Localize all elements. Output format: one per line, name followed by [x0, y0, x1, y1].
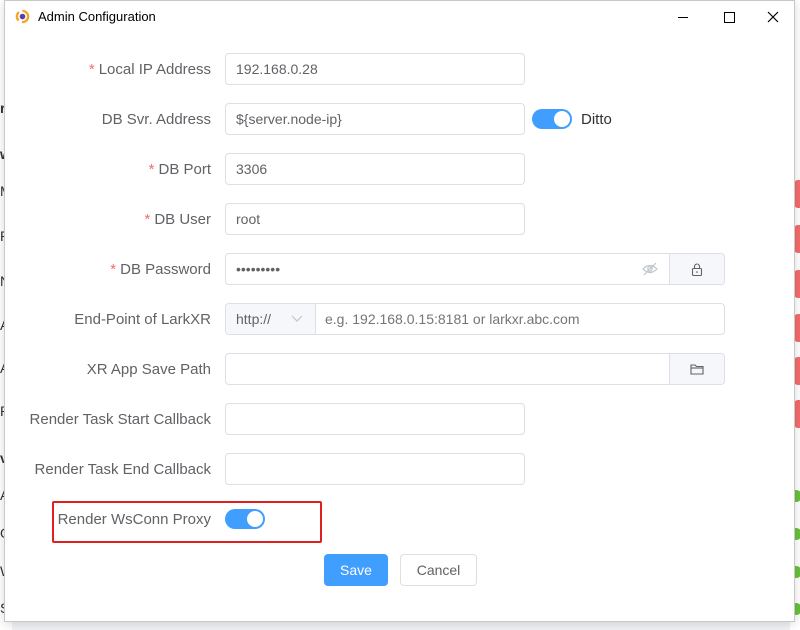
close-icon — [767, 11, 779, 23]
end-callback-input[interactable] — [225, 453, 525, 485]
endpoint-label: End-Point of LarkXR — [74, 311, 211, 328]
ditto-label: Ditto — [581, 111, 612, 128]
save-path-label: XR App Save Path — [86, 361, 211, 378]
wsconn-proxy-label: Render WsConn Proxy — [57, 511, 211, 528]
db-password-input[interactable]: ••••••••• — [236, 254, 280, 284]
label-text: Local IP Address — [98, 61, 211, 78]
protocol-value: http:// — [236, 311, 272, 327]
maximize-icon — [723, 11, 735, 23]
db-password-label: * DB Password — [110, 261, 211, 278]
browse-folder-button[interactable] — [669, 354, 724, 384]
minimize-icon — [678, 16, 688, 18]
local-ip-input[interactable] — [225, 53, 525, 85]
label-text: DB User — [154, 211, 211, 228]
endpoint-group: http:// — [225, 303, 725, 335]
close-button[interactable] — [750, 1, 796, 33]
ditto-toggle[interactable] — [532, 109, 572, 129]
required-mark: * — [110, 261, 117, 278]
toggle-knob — [554, 111, 570, 127]
db-user-input[interactable] — [225, 203, 525, 235]
end-callback-label: Render Task End Callback — [34, 461, 211, 478]
required-mark: * — [144, 211, 151, 228]
window-title: Admin Configuration — [38, 9, 156, 24]
toggle-knob — [247, 511, 263, 527]
save-button[interactable]: Save — [324, 554, 388, 586]
start-callback-label: Render Task Start Callback — [29, 411, 211, 428]
eye-hidden-icon[interactable] — [642, 262, 658, 276]
db-port-input[interactable] — [225, 153, 525, 185]
lock-button[interactable] — [669, 254, 724, 284]
local-ip-label: * Local IP Address — [89, 61, 211, 78]
label-text: DB Password — [120, 261, 211, 278]
db-password-group: ••••••••• — [225, 253, 725, 285]
db-server-address-label: DB Svr. Address — [101, 111, 211, 128]
admin-configuration-dialog: Admin Configuration *Local IP Address DB… — [4, 0, 795, 622]
app-logo-icon — [15, 9, 30, 24]
wsconn-proxy-toggle[interactable] — [225, 509, 265, 529]
folder-icon — [690, 364, 704, 375]
endpoint-input[interactable] — [316, 304, 725, 334]
db-port-label: * DB Port — [149, 161, 211, 178]
required-mark: * — [88, 61, 95, 78]
maximize-button[interactable] — [706, 1, 752, 33]
start-callback-input[interactable] — [225, 403, 525, 435]
label-text: DB Port — [158, 161, 211, 178]
db-user-label: * DB User — [144, 211, 211, 228]
save-path-input[interactable] — [226, 354, 686, 384]
title-bar: Admin Configuration — [5, 1, 794, 33]
minimize-button[interactable] — [660, 1, 706, 33]
chevron-down-icon — [291, 315, 303, 322]
db-server-address-input[interactable] — [225, 103, 525, 135]
save-path-group — [225, 353, 725, 385]
protocol-select[interactable]: http:// — [226, 304, 316, 334]
cancel-button[interactable]: Cancel — [400, 554, 477, 586]
lock-icon — [691, 262, 703, 276]
required-mark: * — [148, 161, 155, 178]
